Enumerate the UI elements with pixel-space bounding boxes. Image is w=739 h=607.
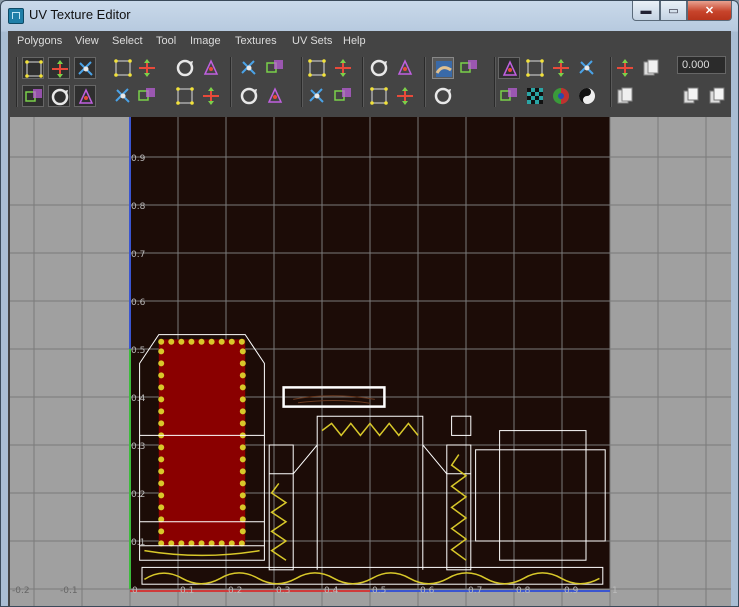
map-uv-border-icon[interactable] — [394, 57, 416, 79]
maximize-button[interactable]: ▭ — [660, 1, 687, 21]
v-axis-tick-label: 0.6 — [131, 298, 146, 308]
v-axis-tick-label: 0.8 — [131, 202, 146, 212]
copy-uv-icon[interactable] — [680, 85, 702, 107]
shell-copy-icon[interactable] — [498, 57, 520, 79]
uv-canvas[interactable]: -0.2 -0.1 0 0.1 0.2 0.3 0.4 0.5 0.6 0.7 0.8 0.9 1 0.1… — [10, 117, 731, 606]
magnet-snap-icon[interactable] — [432, 85, 454, 107]
u-axis-tick-label: 0.7 — [468, 586, 482, 596]
v-axis-tick-label: 0.4 — [131, 394, 146, 404]
title-bar[interactable]: UV Texture Editor ▬ ▭ ✕ — [1, 1, 738, 31]
relax-uv-icon[interactable] — [264, 57, 286, 79]
menu-select[interactable]: Select — [112, 35, 143, 47]
u-axis-tick-label: 0 — [132, 586, 138, 596]
u-axis-tick-label: 0.5 — [372, 586, 386, 596]
u-axis-tick-label: 0.9 — [564, 586, 579, 596]
v-axis-tick-label: 0.7 — [131, 250, 145, 260]
image-display-icon[interactable] — [368, 85, 390, 107]
menu-polygons[interactable]: Polygons — [17, 35, 62, 47]
u-axis-tick-label: 0.3 — [276, 586, 290, 596]
align-uv-icon[interactable] — [112, 85, 134, 107]
maya-app-icon — [8, 8, 24, 24]
u-axis-tick-label: -0.1 — [60, 586, 78, 596]
stack-uv-icon[interactable] — [332, 85, 354, 107]
move-right-icon[interactable] — [264, 85, 286, 107]
sew-uv-icon[interactable] — [112, 57, 134, 79]
checker-tiles-icon[interactable] — [576, 57, 598, 79]
menu-uv-sets[interactable]: UV Sets — [292, 35, 332, 47]
move-uv-icon[interactable] — [48, 57, 70, 79]
toolbar-separator — [301, 57, 303, 107]
uv-value-field[interactable]: 0.000 — [677, 56, 726, 74]
toolbar-separator — [16, 57, 18, 107]
flip-uv-icon[interactable] — [48, 85, 70, 107]
distortion-icon[interactable] — [576, 85, 598, 107]
u-axis-tick-label: -0.2 — [12, 586, 30, 596]
shaded-uv-icon[interactable] — [498, 85, 520, 107]
menu-help[interactable]: Help — [343, 35, 366, 47]
menu-tool[interactable]: Tool — [156, 35, 176, 47]
menu-bar: Polygons View Select Tool Image Textures… — [8, 31, 731, 53]
texture-red-panel — [158, 339, 246, 546]
straighten-uv-icon[interactable] — [174, 85, 196, 107]
refresh-icon[interactable] — [614, 57, 636, 79]
snap-uv-icon[interactable] — [136, 85, 158, 107]
move-left-icon[interactable] — [238, 85, 260, 107]
v-axis-tick-label: 0.2 — [131, 490, 145, 500]
select-tool-icon[interactable] — [74, 57, 96, 79]
paste-uv-icon[interactable] — [614, 85, 636, 107]
move-up-icon[interactable] — [332, 57, 354, 79]
v-axis-tick-label: 0.9 — [131, 154, 146, 164]
translate-uv-icon[interactable] — [22, 85, 44, 107]
cut-uv-icon[interactable] — [74, 85, 96, 107]
u-axis-tick-label: 0.6 — [420, 586, 435, 596]
uv-border-icon[interactable] — [550, 57, 572, 79]
toolbar-separator — [610, 57, 612, 107]
menu-textures[interactable]: Textures — [235, 35, 277, 47]
move-down-icon[interactable] — [306, 57, 328, 79]
menu-image[interactable]: Image — [190, 35, 221, 47]
editor-client-area: Polygons View Select Tool Image Textures… — [8, 31, 731, 606]
uv-texture-editor-window: UV Texture Editor ▬ ▭ ✕ Polygons View Se… — [0, 0, 739, 607]
unfold-uv-icon[interactable] — [238, 57, 260, 79]
rotate-ccw-icon[interactable] — [174, 57, 196, 79]
toolbar-separator — [362, 57, 364, 107]
texture-borders-icon[interactable] — [550, 85, 572, 107]
v-axis-tick-label: 0.1 — [131, 538, 145, 548]
grid-display-icon[interactable] — [458, 57, 480, 79]
menu-view[interactable]: View — [75, 35, 99, 47]
normalize-uv-icon[interactable] — [368, 57, 390, 79]
checker-toggle-icon[interactable] — [394, 85, 416, 107]
shell-paste-icon[interactable] — [524, 57, 546, 79]
uv-viewport[interactable]: -0.2 -0.1 0 0.1 0.2 0.3 0.4 0.5 0.6 0.7 0.8 0.9 1 0.1… — [10, 117, 731, 606]
copy-uv-icon[interactable] — [640, 57, 662, 79]
u-axis-tick-label: 0.1 — [180, 586, 194, 596]
uv-toolbar: 0.000 — [8, 53, 731, 115]
u-axis-tick-label: 1 — [612, 586, 618, 596]
paste-uv-icon[interactable] — [706, 85, 728, 107]
toolbar-separator — [494, 57, 496, 107]
caption-buttons: ▬ ▭ ✕ — [632, 1, 732, 21]
transfer-uv-icon[interactable] — [200, 85, 222, 107]
toolbar-separator — [230, 57, 232, 107]
v-axis-tick-label: 0.3 — [131, 442, 145, 452]
u-axis-tick-label: 0.4 — [324, 586, 339, 596]
select-uv-grid-icon[interactable] — [22, 57, 44, 79]
grid-uv-icon[interactable] — [306, 85, 328, 107]
layout-uv-icon[interactable] — [136, 57, 158, 79]
toolbar-separator — [424, 57, 426, 107]
window-title: UV Texture Editor — [29, 7, 131, 22]
rotate-cw-icon[interactable] — [200, 57, 222, 79]
dim-image-icon[interactable] — [432, 57, 454, 79]
u-axis-tick-label: 0.8 — [516, 586, 531, 596]
v-axis-tick-label: 0.5 — [131, 346, 145, 356]
display-toggle-icon[interactable] — [524, 85, 546, 107]
u-axis-tick-label: 0.2 — [228, 586, 242, 596]
close-button[interactable]: ✕ — [687, 1, 732, 21]
minimize-button[interactable]: ▬ — [632, 1, 660, 21]
